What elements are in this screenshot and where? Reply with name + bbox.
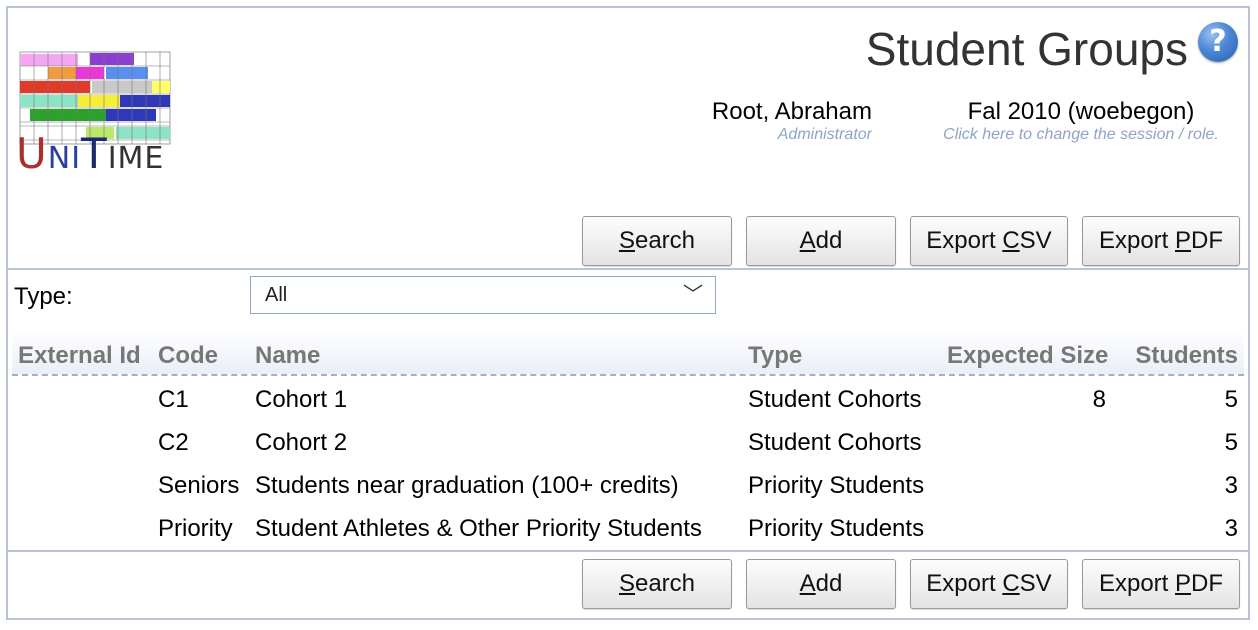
bottom-divider	[8, 550, 1250, 552]
table-row[interactable]: C1 Cohort 1 Student Cohorts 8 5	[12, 386, 1244, 426]
column-students[interactable]: Students	[1135, 342, 1238, 370]
table-row[interactable]: Priority Student Athletes & Other Priori…	[12, 515, 1244, 555]
add-button[interactable]: Add	[746, 559, 896, 609]
add-button[interactable]: Add	[746, 216, 896, 266]
column-code[interactable]: Code	[158, 342, 218, 370]
column-type[interactable]: Type	[748, 342, 802, 370]
chevron-down-icon: ﹀	[683, 284, 703, 306]
cell-name: Cohort 1	[255, 386, 348, 413]
logo-letters-ime: IME	[107, 141, 165, 176]
cell-type: Student Cohorts	[748, 386, 922, 413]
page-title: Student Groups	[865, 23, 1188, 75]
table-row[interactable]: C2 Cohort 2 Student Cohorts 5	[12, 429, 1244, 469]
type-filter-select[interactable]: All ﹀	[250, 276, 716, 314]
table-row[interactable]: Seniors Students near graduation (100+ c…	[12, 472, 1244, 512]
export-csv-button[interactable]: Export C SV	[910, 559, 1068, 609]
user-name: Root, Abraham	[711, 98, 872, 125]
cell-code: C2	[158, 429, 189, 456]
cell-students: 3	[1224, 515, 1238, 542]
cell-code: C1	[158, 386, 189, 413]
cell-type: Priority Students	[748, 472, 925, 499]
cell-type: Priority Students	[748, 515, 925, 542]
export-pdf-button[interactable]: Export P DF	[1082, 559, 1240, 609]
user-info: Root, Abraham Administrator	[680, 98, 872, 144]
export-csv-button[interactable]: Export C SV	[910, 216, 1068, 266]
top-button-bar: Search Add Export C SV Export P DF	[582, 216, 1240, 266]
column-name[interactable]: Name	[255, 342, 320, 370]
bottom-button-bar: Search Add Export C SV Export P DF	[582, 559, 1240, 609]
cell-name: Cohort 2	[255, 429, 348, 456]
table-header: External Id Code Name Type Expected Size…	[12, 330, 1244, 376]
type-filter-value: All	[265, 284, 288, 306]
session-name[interactable]: Fal 2010 (woebegon)	[920, 98, 1242, 126]
logo-letter-u: U	[16, 129, 48, 178]
cell-students: 5	[1224, 386, 1238, 413]
cell-code: Seniors	[158, 472, 240, 499]
session-change-hint[interactable]: Click here to change the session / role.	[920, 126, 1242, 144]
logo-letter-t: T	[81, 129, 108, 178]
cell-name: Student Athletes & Other Priority Studen…	[255, 515, 702, 542]
type-filter-label: Type:	[14, 283, 73, 310]
cell-students: 5	[1224, 429, 1238, 456]
user-role: Administrator	[777, 126, 872, 143]
search-button[interactable]: Search	[582, 559, 732, 609]
column-expected-size[interactable]: Expected Size	[947, 342, 1108, 370]
cell-code: Priority	[158, 515, 233, 542]
cell-type: Student Cohorts	[748, 429, 922, 456]
logo-wordmark: UNITIME	[16, 132, 164, 181]
logo-letters-ni: NI	[47, 141, 82, 176]
cell-students: 3	[1224, 472, 1238, 499]
export-pdf-button[interactable]: Export P DF	[1082, 216, 1240, 266]
cell-name: Students near graduation (100+ credits)	[255, 472, 679, 499]
search-button[interactable]: Search	[582, 216, 732, 266]
help-icon[interactable]: ?	[1198, 22, 1238, 62]
column-external-id[interactable]: External Id	[18, 342, 141, 370]
top-divider	[8, 268, 1250, 270]
cell-expected-size: 8	[1092, 386, 1106, 413]
session-info[interactable]: Fal 2010 (woebegon) Click here to change…	[920, 98, 1242, 144]
